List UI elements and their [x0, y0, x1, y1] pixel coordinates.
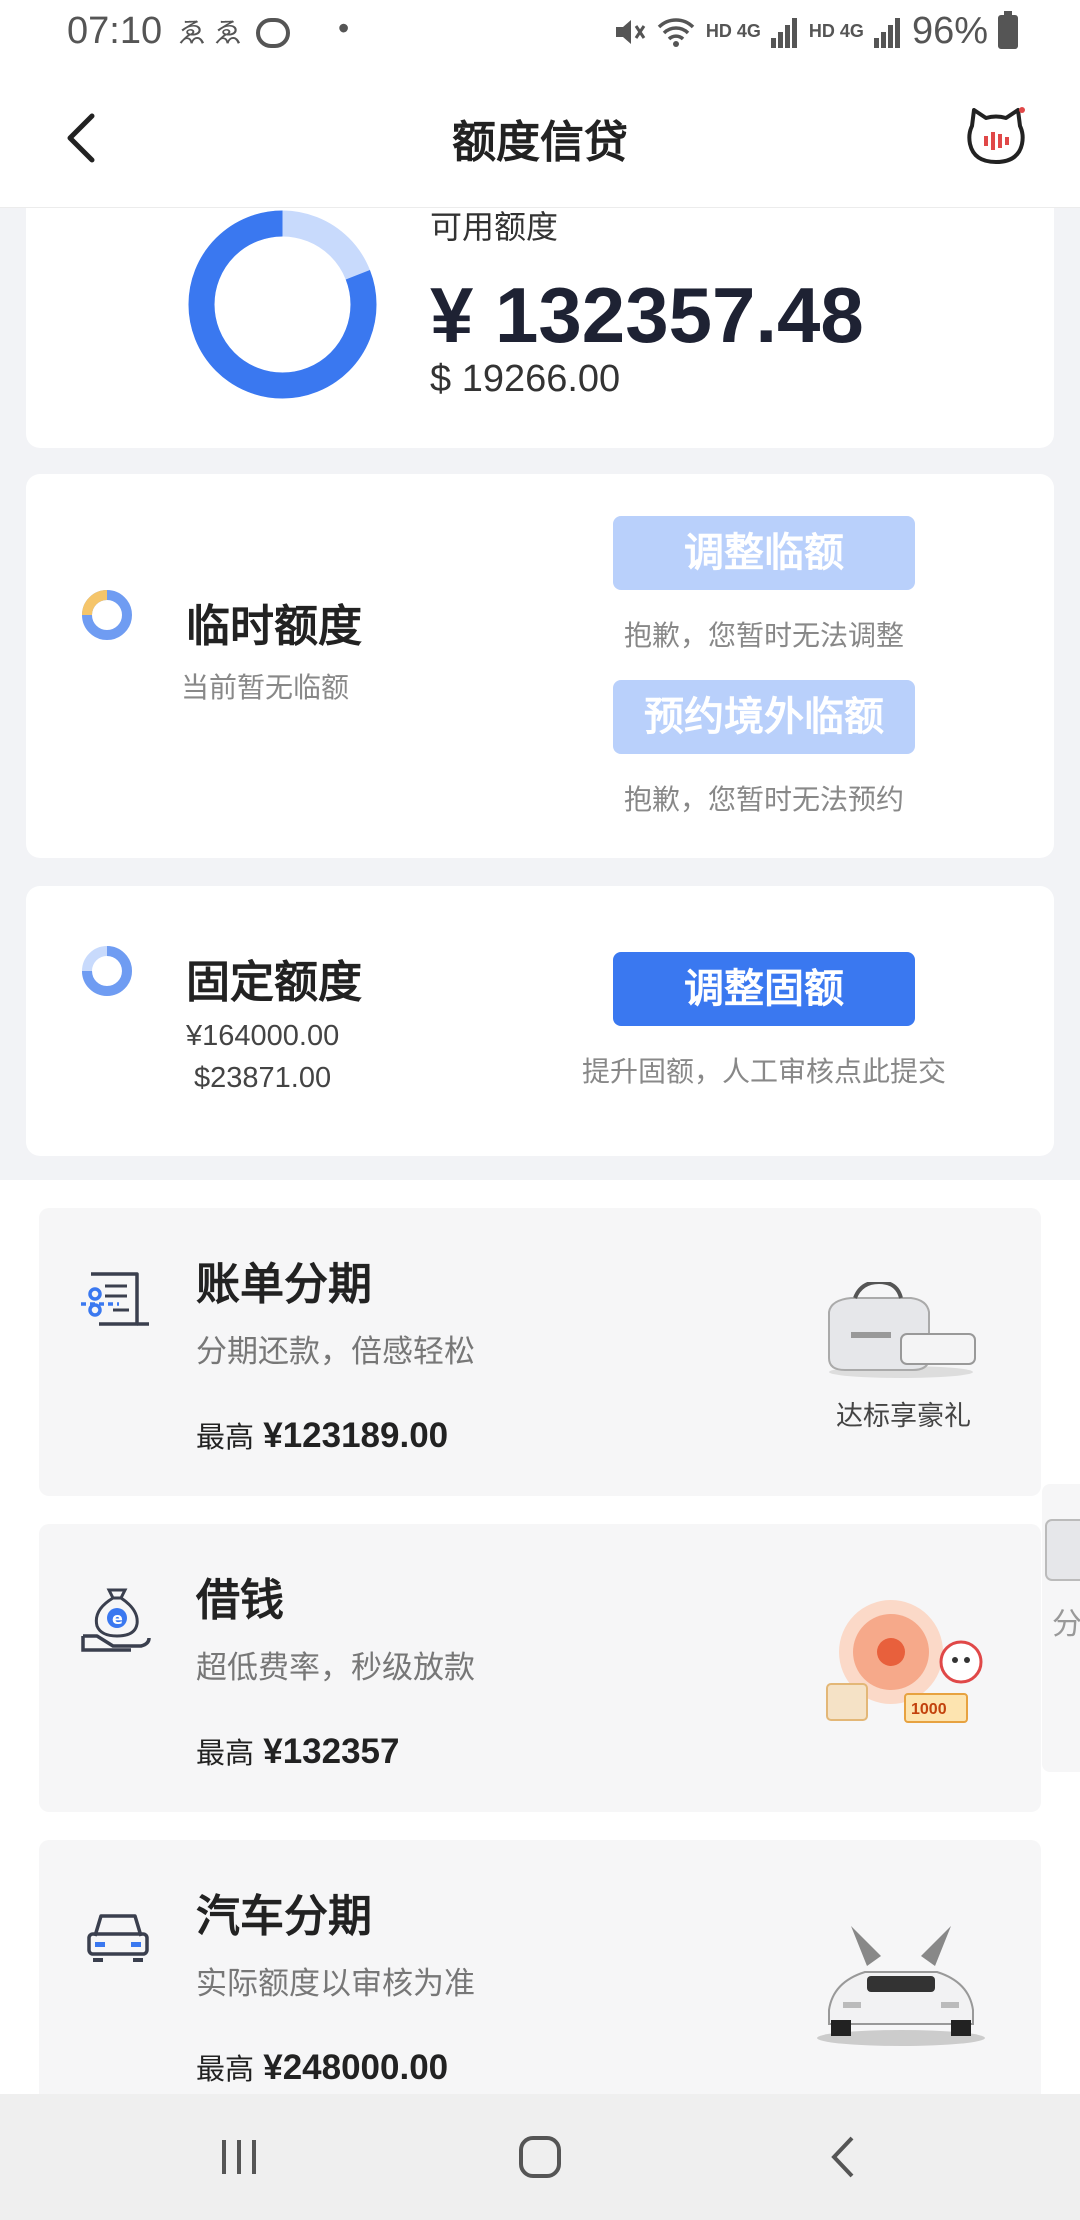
svg-text:ゑ: ゑ — [178, 16, 212, 49]
available-usd-amount: $ 19266.00 — [430, 358, 621, 400]
signal-2-label: HD 4G — [808, 21, 864, 41]
page-title: 额度信贷 — [452, 117, 628, 168]
recent-apps-icon[interactable] — [214, 2132, 264, 2182]
temporary-title: 临时额度 — [186, 601, 362, 652]
status-time: 07:10 — [67, 10, 163, 52]
product-max-amount: 最高 ¥132357 — [196, 1730, 400, 1772]
available-cny-amount: ¥ 132357.48 — [430, 271, 864, 359]
available-label: 可用额度 — [430, 208, 559, 246]
system-navigation-bar — [0, 2094, 1080, 2220]
product-subtitle: 分期还款，倍感轻松 — [196, 1334, 475, 1370]
car-icon — [87, 1914, 149, 1962]
app-header: 额度信贷 — [0, 66, 1080, 208]
next-product-peek: 分 — [1042, 1484, 1080, 1772]
adjust-temporary-button[interactable]: 调整临额 — [613, 516, 915, 590]
product-title: 汽车分期 — [196, 1891, 372, 1942]
bill-installment-icon — [81, 1272, 149, 1326]
lucky-wheel-promo-image: 1000 — [826, 1600, 983, 1723]
signal-1-icon — [770, 17, 797, 48]
status-right: HD 4G HD 4G 96% — [612, 10, 1018, 53]
notification-icons: ゑ ゑ — [178, 14, 298, 58]
max-label: 最高 — [196, 1736, 255, 1770]
luggage-gift-image — [828, 1282, 976, 1378]
product-card-bill-installment[interactable]: 账单分期 分期还款，倍感轻松 最高 ¥123189.00 达标享豪礼 — [39, 1208, 1041, 1496]
fixed-title: 固定额度 — [186, 957, 362, 1008]
available-credit-card: 可用额度 ¥ 132357.48 $ 19266.00 — [26, 208, 1054, 448]
fixed-cny-amount: ¥164000.00 — [186, 1020, 340, 1052]
electric-car-image — [817, 1926, 985, 2046]
status-bar: 07:10 ゑ ゑ • HD 4G HD 4G 96% — [0, 0, 1080, 66]
credit-usage-donut — [188, 210, 377, 399]
home-icon[interactable] — [515, 2132, 565, 2182]
mute-icon — [615, 19, 646, 44]
peek-label: 分 — [1052, 1607, 1080, 1642]
max-value: ¥132357 — [263, 1732, 400, 1771]
max-label: 最高 — [196, 1420, 255, 1454]
svg-text:ゑ: ゑ — [214, 16, 248, 49]
fixed-credit-card: 固定额度 ¥164000.00 $23871.00 调整固额 提升固额，人工审核… — [26, 886, 1054, 1156]
product-card-car-installment[interactable]: 汽车分期 实际额度以审核为准 最高 ¥248000.00 — [39, 1840, 1041, 2094]
product-card-borrow[interactable]: e 借钱 超低费率，秒级放款 最高 ¥132357 1000 — [39, 1524, 1041, 1812]
product-max-amount: 最高 ¥248000.00 — [196, 2046, 448, 2088]
reserve-overseas-note: 抱歉，您暂时无法预约 — [623, 783, 904, 816]
adjust-temporary-note: 抱歉，您暂时无法调整 — [623, 619, 904, 652]
wifi-icon — [657, 17, 695, 47]
svg-text:1000: 1000 — [911, 1701, 947, 1718]
reserve-overseas-button[interactable]: 预约境外临额 — [613, 680, 915, 754]
adjust-fixed-button[interactable]: 调整固额 — [613, 952, 915, 1026]
max-value: ¥123189.00 — [263, 1416, 449, 1455]
fixed-pie-icon — [82, 946, 132, 996]
product-max-amount: 最高 ¥123189.00 — [196, 1414, 448, 1456]
temporary-credit-card: 临时额度 当前暂无临额 调整临额 抱歉，您暂时无法调整 预约境外临额 抱歉，您暂… — [26, 474, 1054, 858]
adjust-fixed-note: 提升固额，人工审核点此提交 — [581, 1055, 946, 1088]
system-back-icon[interactable] — [820, 2132, 870, 2182]
svg-text:e: e — [112, 1609, 123, 1628]
max-label: 最高 — [196, 2052, 255, 2086]
battery-percent: 96% — [911, 10, 988, 52]
max-value: ¥248000.00 — [263, 2048, 449, 2087]
money-bag-icon: e — [81, 1588, 151, 1652]
dot-icon: • — [338, 10, 350, 46]
signal-1-label: HD 4G — [705, 21, 761, 41]
product-subtitle: 实际额度以审核为准 — [196, 1966, 475, 2002]
product-title: 账单分期 — [196, 1259, 372, 1310]
product-title: 借钱 — [196, 1575, 284, 1626]
temporary-pie-icon — [82, 590, 132, 640]
product-subtitle: 超低费率，秒级放款 — [196, 1650, 475, 1686]
fixed-usd-amount: $23871.00 — [194, 1062, 332, 1094]
loan-products: 账单分期 分期还款，倍感轻松 最高 ¥123189.00 达标享豪礼 e 借钱 … — [0, 1180, 1080, 2094]
assistant-cat-icon[interactable] — [964, 104, 1028, 168]
battery-icon — [998, 10, 1018, 49]
temporary-subtitle: 当前暂无临额 — [181, 671, 350, 704]
signal-2-icon — [873, 17, 900, 48]
promo-label: 达标享豪礼 — [836, 1401, 971, 1432]
